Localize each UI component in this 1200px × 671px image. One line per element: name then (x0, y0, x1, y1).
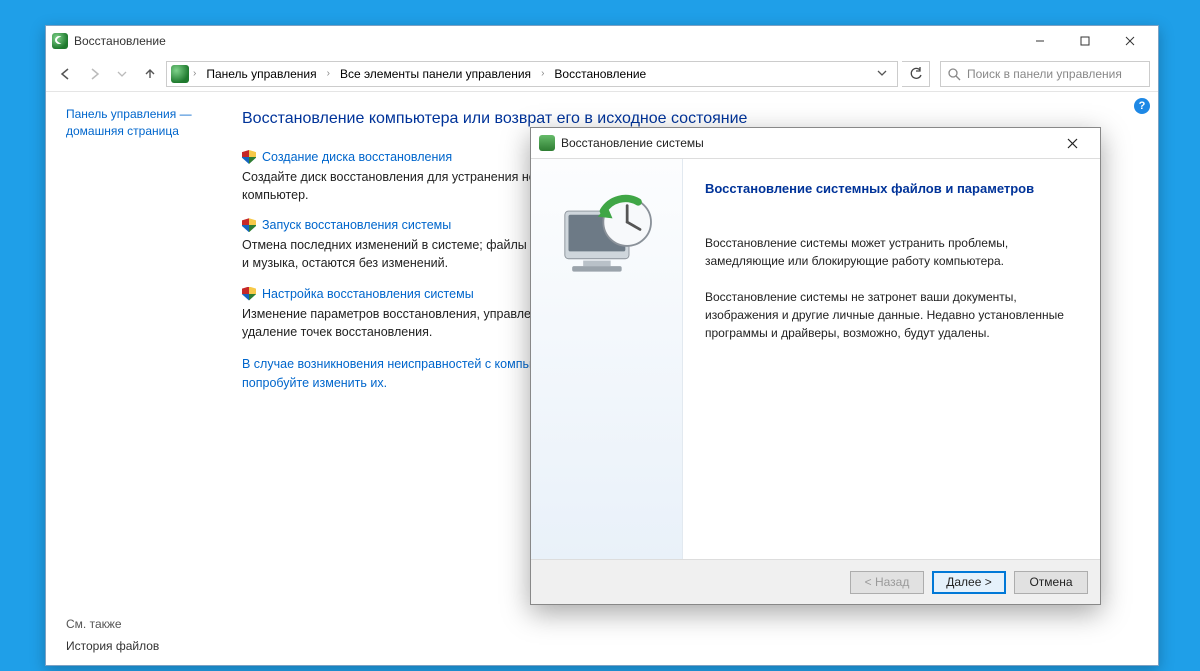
dialog-close-button[interactable] (1052, 129, 1092, 157)
refresh-button[interactable] (902, 61, 930, 87)
window-title: Восстановление (74, 34, 166, 48)
crumb-control-panel[interactable]: Панель управления (200, 65, 322, 83)
minimize-button[interactable] (1017, 26, 1062, 56)
shield-icon (242, 150, 256, 164)
shield-icon (242, 287, 256, 301)
system-restore-icon (539, 135, 555, 151)
system-restore-graphic-icon (552, 185, 662, 305)
chevron-right-icon[interactable]: › (539, 68, 546, 79)
crumb-all-items[interactable]: Все элементы панели управления (334, 65, 537, 83)
link-configure-system-restore[interactable]: Настройка восстановления системы (262, 287, 474, 301)
breadcrumb-dropdown[interactable] (871, 65, 893, 83)
next-button[interactable]: Далее > (932, 571, 1006, 594)
dialog-titlebar[interactable]: Восстановление системы (531, 128, 1100, 158)
back-button[interactable]: < Назад (850, 571, 924, 594)
see-also-heading: См. также (66, 609, 230, 631)
dialog-paragraph-2: Восстановление системы не затронет ваши … (705, 288, 1076, 342)
breadcrumb-icon (171, 65, 189, 83)
nav-forward-button[interactable] (82, 62, 106, 86)
nav-up-button[interactable] (138, 62, 162, 86)
address-bar: › Панель управления › Все элементы панел… (46, 56, 1158, 92)
nav-recent-button[interactable] (110, 62, 134, 86)
dialog-heading: Восстановление системных файлов и параме… (705, 181, 1076, 196)
search-placeholder: Поиск в панели управления (967, 67, 1122, 81)
search-input[interactable]: Поиск в панели управления (940, 61, 1150, 87)
help-icon[interactable]: ? (1134, 98, 1150, 114)
dialog-button-row: < Назад Далее > Отмена (531, 560, 1100, 604)
control-panel-home-link[interactable]: Панель управления — домашняя страница (66, 106, 230, 140)
close-button[interactable] (1107, 26, 1152, 56)
cancel-button[interactable]: Отмена (1014, 571, 1088, 594)
system-restore-dialog: Восстановление системы Восстановление си… (530, 127, 1101, 605)
dialog-content: Восстановление системных файлов и параме… (683, 159, 1100, 559)
breadcrumb: › Панель управления › Все элементы панел… (166, 61, 898, 87)
chevron-right-icon[interactable]: › (191, 68, 198, 79)
dialog-sidebar-graphic (531, 159, 683, 559)
link-create-recovery-drive[interactable]: Создание диска восстановления (262, 150, 452, 164)
link-open-system-restore[interactable]: Запуск восстановления системы (262, 218, 451, 232)
titlebar[interactable]: Восстановление (46, 26, 1158, 56)
dialog-title: Восстановление системы (561, 136, 704, 150)
nav-back-button[interactable] (54, 62, 78, 86)
sidebar: Панель управления — домашняя страница См… (46, 92, 242, 665)
maximize-button[interactable] (1062, 26, 1107, 56)
chevron-right-icon[interactable]: › (325, 68, 332, 79)
page-title: Восстановление компьютера или возврат ег… (242, 110, 1140, 128)
search-icon (947, 67, 961, 81)
crumb-recovery[interactable]: Восстановление (548, 65, 652, 83)
recovery-icon (52, 33, 68, 49)
shield-icon (242, 218, 256, 232)
dialog-paragraph-1: Восстановление системы может устранить п… (705, 234, 1076, 270)
file-history-link[interactable]: История файлов (66, 639, 159, 653)
